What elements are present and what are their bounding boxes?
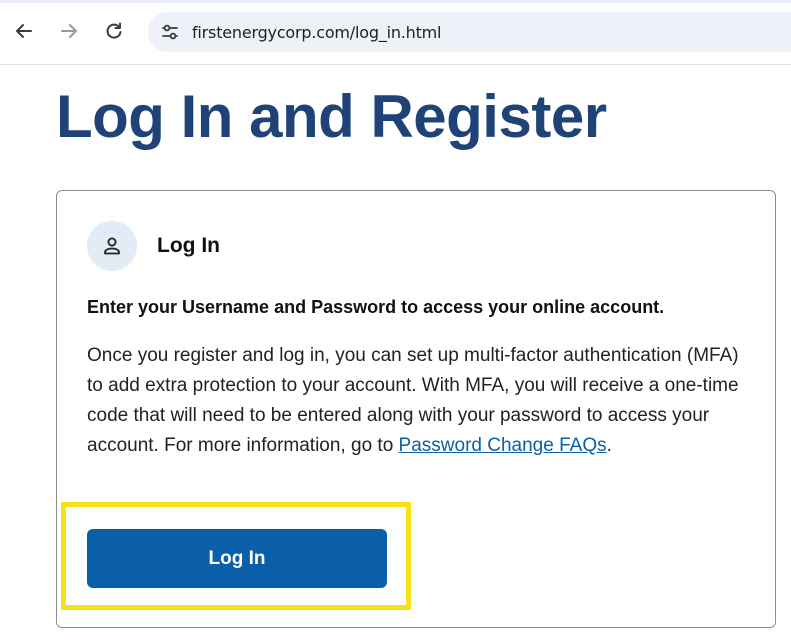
user-icon [104, 237, 120, 255]
address-bar[interactable]: firstenergycorp.com/log_in.html [148, 12, 791, 52]
page-title: Log In and Register [56, 83, 607, 150]
body-end: . [606, 435, 612, 456]
browser-toolbar: firstenergycorp.com/log_in.html [0, 0, 791, 65]
avatar [87, 221, 137, 271]
forward-button[interactable] [55, 17, 83, 45]
site-info-button[interactable] [152, 14, 188, 50]
forward-icon [61, 24, 77, 38]
back-icon [16, 24, 32, 38]
reload-button[interactable] [100, 17, 128, 45]
card-body: Once you register and log in, you can se… [87, 341, 757, 461]
url-text[interactable]: firstenergycorp.com/log_in.html [192, 23, 441, 42]
reload-icon [106, 22, 122, 39]
card-heading: Log In [157, 234, 220, 257]
password-faq-link[interactable]: Password Change FAQs [399, 435, 607, 456]
card-subheading: Enter your Username and Password to acce… [87, 297, 665, 317]
site-info-icon [162, 24, 178, 40]
log-in-button[interactable]: Log In [87, 529, 387, 588]
back-button[interactable] [10, 17, 38, 45]
